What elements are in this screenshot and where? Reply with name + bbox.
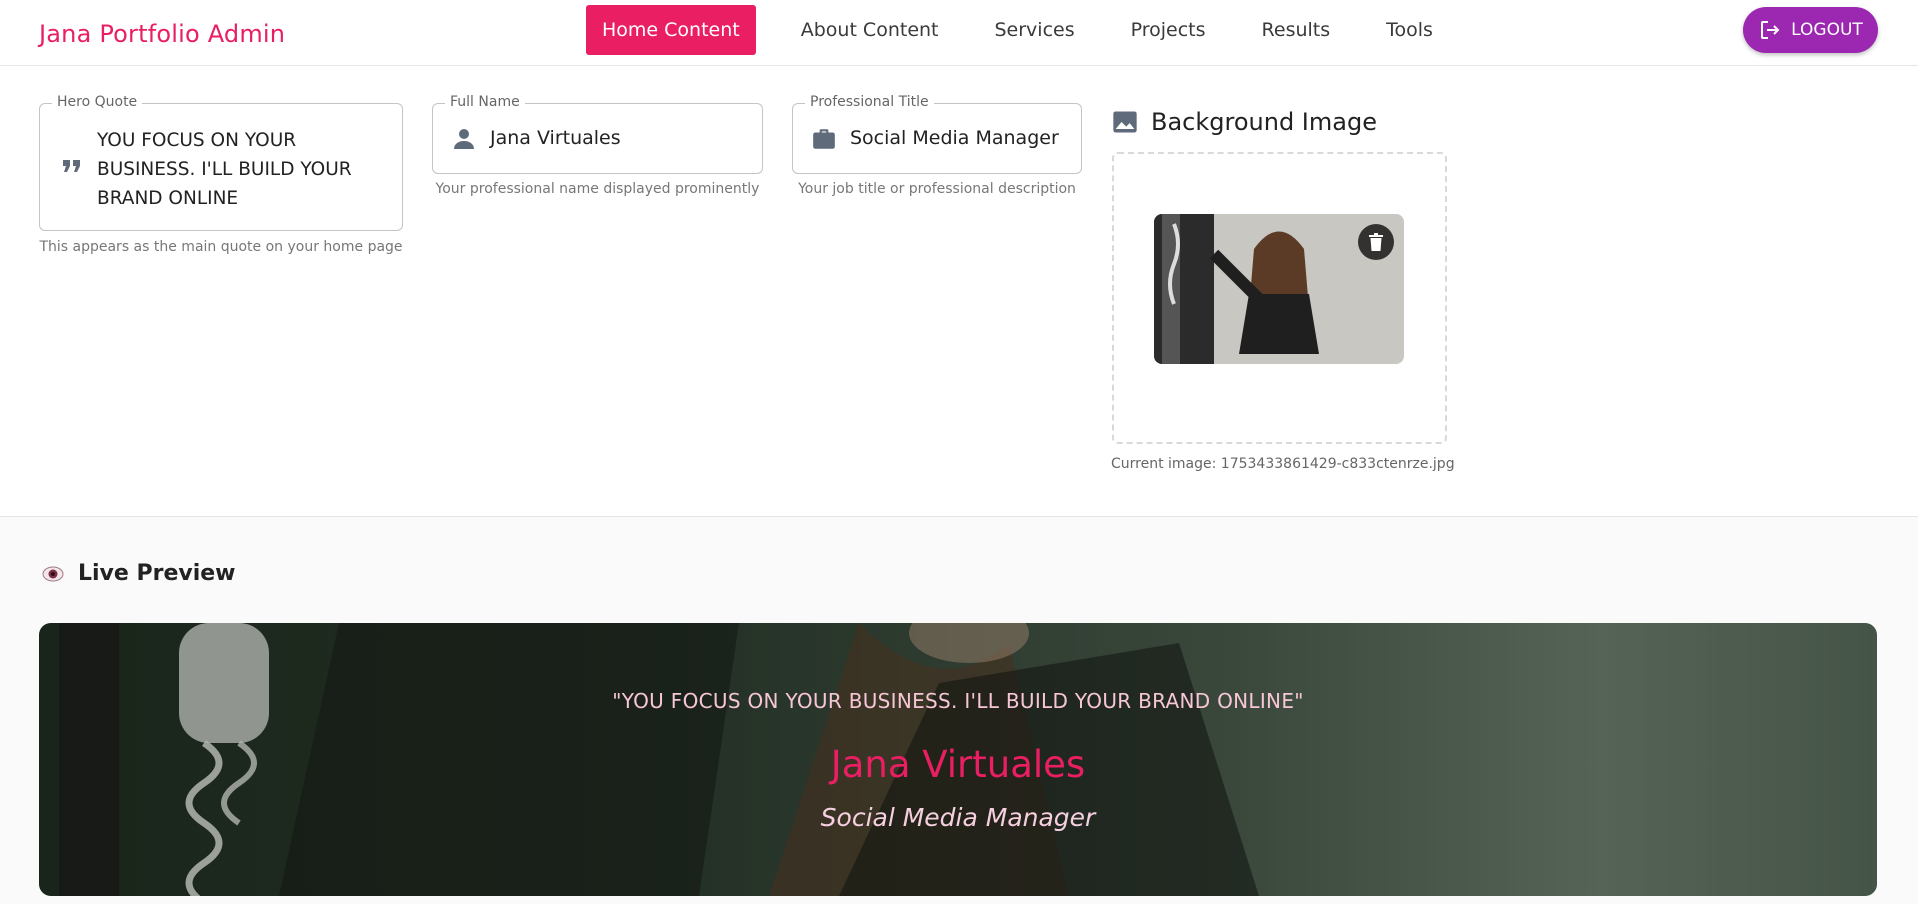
full-name-helper: Your professional name displayed promine…: [435, 181, 760, 197]
current-image-filename: Current image: 1753433861429-c833ctenrze…: [1111, 456, 1455, 472]
background-image-heading: Background Image: [1111, 108, 1377, 136]
professional-title-label: Professional Title: [805, 94, 934, 110]
main-nav: Home Content About Content Services Proj…: [586, 5, 1473, 55]
live-preview-section: Live Preview "YOU FOCUS ON YOUR BUSINESS…: [0, 516, 1918, 904]
hero-quote-value: YOU FOCUS ON YOUR BUSINESS. I'LL BUILD Y…: [97, 130, 352, 209]
professional-title-value: Social Media Manager: [850, 127, 1059, 149]
nav-services[interactable]: Services: [979, 5, 1091, 55]
professional-title-helper: Your job title or professional descripti…: [798, 181, 1076, 197]
hero-quote-field[interactable]: Hero Quote YOU FOCUS ON YOUR BUSINESS. I…: [39, 94, 403, 231]
delete-image-button[interactable]: [1358, 224, 1394, 260]
eye-icon: [42, 566, 64, 581]
logout-icon: [1761, 21, 1780, 39]
background-image-thumbnail: [1154, 214, 1404, 364]
full-name-label: Full Name: [445, 94, 525, 110]
preview-subtitle: Social Media Manager: [820, 803, 1096, 832]
person-icon: [454, 129, 474, 149]
nav-results[interactable]: Results: [1246, 5, 1347, 55]
nav-home-content[interactable]: Home Content: [586, 5, 756, 55]
live-preview-heading: Live Preview: [42, 561, 236, 586]
nav-about-content[interactable]: About Content: [785, 5, 955, 55]
image-dropzone[interactable]: [1112, 152, 1447, 444]
hero-quote-helper: This appears as the main quote on your h…: [39, 239, 403, 255]
preview-banner: "YOU FOCUS ON YOUR BUSINESS. I'LL BUILD …: [39, 623, 1877, 896]
nav-tools[interactable]: Tools: [1370, 5, 1449, 55]
professional-title-field[interactable]: Professional Title Social Media Manager: [792, 94, 1082, 174]
background-image-title: Background Image: [1151, 108, 1377, 136]
quote-icon: [63, 160, 80, 172]
live-preview-title: Live Preview: [78, 561, 236, 586]
full-name-value: Jana Virtuales: [490, 127, 621, 149]
preview-name: Jana Virtuales: [830, 743, 1086, 786]
brand-title: Jana Portfolio Admin: [39, 20, 286, 48]
full-name-field[interactable]: Full Name Jana Virtuales: [432, 94, 763, 174]
image-icon: [1113, 111, 1137, 133]
preview-quote: "YOU FOCUS ON YOUR BUSINESS. I'LL BUILD …: [612, 689, 1304, 713]
logout-button[interactable]: LOGOUT: [1743, 7, 1878, 53]
logout-label: LOGOUT: [1791, 20, 1863, 40]
nav-projects[interactable]: Projects: [1115, 5, 1222, 55]
hero-quote-label: Hero Quote: [52, 94, 143, 110]
briefcase-icon: [813, 129, 835, 149]
trash-icon: [1369, 233, 1383, 251]
top-bar: Jana Portfolio Admin Home Content About …: [0, 0, 1918, 66]
